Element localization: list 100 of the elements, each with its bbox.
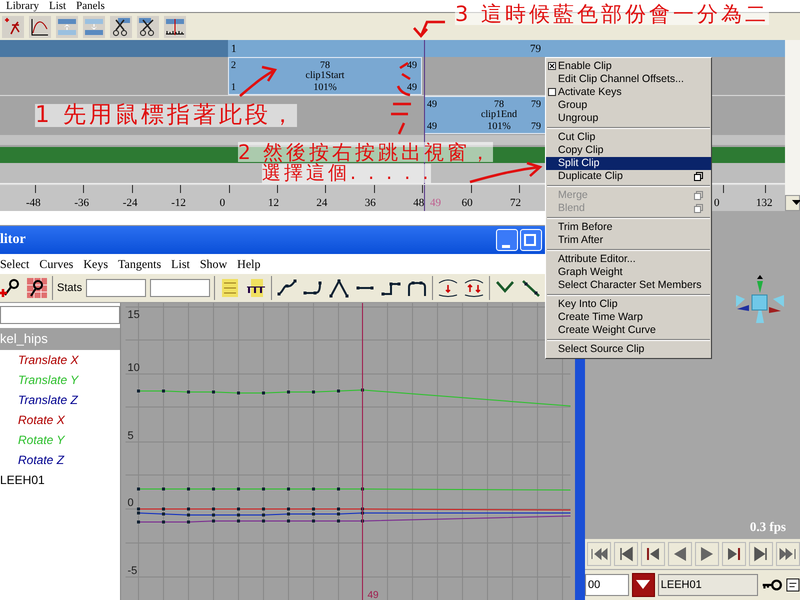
ruler-label: -12 [171,197,186,210]
menu-item[interactable]: Edit Clip Channel Offsets... [546,73,711,86]
graph-icon[interactable] [29,16,51,38]
menu-item[interactable]: Split Clip [546,157,711,170]
clip-summary-bar[interactable] [228,40,785,57]
axis-label: 15 [128,309,140,321]
clip-end-frame: 79 [531,99,541,111]
outliner-node[interactable]: LEEH01 [0,470,120,490]
menu-item[interactable]: Copy Clip [546,144,711,157]
clip-source-start: 1 [231,82,236,94]
ruler-label: -24 [122,197,138,210]
menu-item[interactable]: Activate Keys [546,86,711,99]
ruler-label: 0 [220,197,226,210]
axis-label: 5 [128,430,134,442]
channel-item[interactable]: Rotate Z [0,450,120,470]
buffer-curve-icon[interactable] [463,277,486,299]
summary-start-frame: 1 [231,43,236,55]
checkbox[interactable] [548,62,556,70]
stats-label: Stats [57,282,82,294]
animation-curve[interactable] [137,512,571,516]
menu-title[interactable]: Library [6,0,39,12]
step-back-frame-button[interactable] [641,542,665,566]
go-to-end-button[interactable] [776,542,800,566]
axis-label: -5 [128,565,138,577]
menu-title[interactable]: Show [200,256,228,272]
frame-playback-icon[interactable] [245,277,268,299]
menu-item[interactable]: Enable Clip [546,60,711,73]
clip-start-frame: 49 [427,99,437,111]
insert-below-icon[interactable] [83,16,105,38]
menu-title[interactable]: List [171,256,190,272]
menu-title[interactable]: Help [237,256,260,272]
channel-item[interactable]: Translate X [0,350,120,370]
channel-item[interactable]: Translate Z [0,390,120,410]
linear-tangent-icon[interactable] [328,277,350,299]
scissors-icon[interactable] [110,16,132,38]
ruler-label: -36 [74,197,90,210]
maximize-button[interactable] [520,229,542,251]
frame-field[interactable]: 00 [585,574,629,596]
maximize-icon [524,234,536,246]
unify-tangent-icon[interactable] [520,277,542,299]
channel-item[interactable]: Rotate X [0,410,120,430]
ruler-label: 36 [364,197,376,210]
menu-title[interactable]: Select [0,256,30,272]
clip-start-frame: 2 [231,60,236,72]
ruler-label: 24 [316,197,328,210]
clip-name: clip1End [480,109,518,121]
menu-title[interactable]: Keys [83,256,108,272]
play-backward-button[interactable] [668,542,692,566]
scroll-down-button[interactable] [785,195,800,211]
ruler-label: 12 [268,197,279,210]
clip-source-end: 79 [531,121,541,133]
clip-length: 78 [320,60,330,71]
insert-above-icon[interactable] [56,16,78,38]
clip[interactable]: 2 78 49 clip1Start 1 101% 49 [228,57,422,95]
stats-field[interactable] [150,279,210,297]
stats-field[interactable] [86,279,146,297]
current-frame-label: 49 [368,590,379,600]
lattice-icon[interactable] [26,277,48,299]
minimize-icon [502,244,510,248]
clip-source-start: 49 [427,121,437,133]
menu-item[interactable]: Duplicate Clip [546,170,711,183]
handwritten-note: 3 這時候藍色部份會一分為二 [455,4,770,25]
play-forward-button[interactable] [695,542,719,566]
step-forward-frame-button[interactable] [722,542,746,566]
clip-name: clip1Start [306,70,344,82]
ruler-label: -48 [26,197,41,210]
step-forward-key-button[interactable] [749,542,773,566]
ruler-icon[interactable] [164,16,186,38]
clip-source-end: 49 [407,82,417,94]
step-back-key-button[interactable] [614,542,638,566]
handwritten-note: 選擇這個. . . . . [262,164,432,183]
dropdown-button[interactable] [632,573,655,597]
character-icon[interactable] [2,16,24,38]
character-field[interactable]: LEEH01 [658,574,758,596]
animation-curve[interactable] [137,516,571,524]
arrow-drawing [413,20,445,38]
filter-field[interactable] [0,306,120,324]
fps-readout: 0.3 fps [750,519,786,535]
checkbox[interactable] [548,88,556,96]
minimize-button[interactable] [496,229,518,251]
animation-curve[interactable] [137,508,571,510]
menu-title[interactable]: Tangents [118,256,162,272]
menu-title[interactable]: List [48,0,66,12]
buffer-curve-icon[interactable] [437,277,460,299]
menu-title[interactable]: Curves [39,256,74,272]
clip-scale: 101% [487,121,511,133]
ruler-label: 0 [714,197,720,210]
menu-item[interactable]: Cut Clip [546,131,711,144]
option-box-icon[interactable] [694,172,703,181]
current-frame-label: 49 [430,197,441,210]
clip-length: 78 [494,99,504,110]
key-add-icon[interactable] [0,277,22,299]
animation-curve[interactable] [137,488,571,490]
scissors-icon[interactable] [137,16,159,38]
go-to-start-button[interactable] [587,542,611,566]
summary-end-frame: 79 [530,43,541,55]
ruler-label: 132 [756,197,772,210]
triangle-icon [636,580,650,590]
menu-title[interactable]: Panels [76,0,105,12]
arrow-drawing [239,66,277,97]
